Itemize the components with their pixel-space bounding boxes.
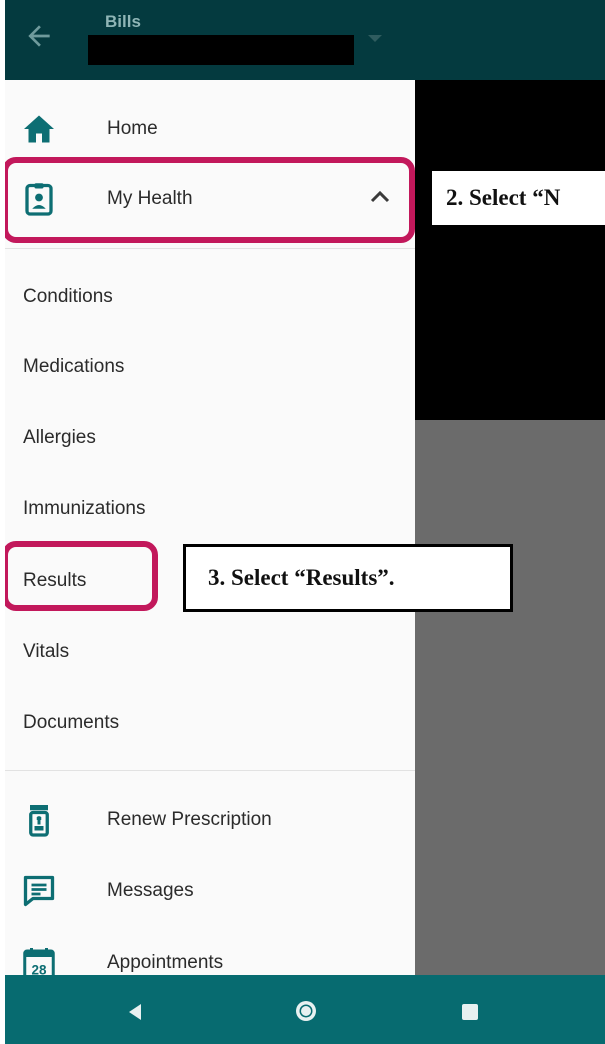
callout-step-2: 2. Select “N: [429, 168, 605, 228]
drawer-item-label: Home: [107, 118, 158, 139]
callout-step-3-text: 3. Select “Results”.: [208, 565, 395, 590]
drawer-item-messages[interactable]: Messages: [5, 856, 415, 926]
dropdown-caret-icon[interactable]: [367, 34, 383, 44]
drawer-item-label: Messages: [107, 880, 194, 901]
submenu-item-conditions[interactable]: Conditions: [5, 262, 415, 332]
highlight-results: [5, 541, 158, 611]
prescription-bottle-icon: [29, 805, 49, 837]
drawer-item-home[interactable]: Home: [5, 94, 415, 164]
message-icon: [23, 875, 55, 907]
app-frame: Bills Home My Health Conditions Medicati…: [5, 0, 605, 1044]
callout-step-2-text: 2. Select “N: [446, 185, 561, 210]
submenu-item-label: Vitals: [23, 641, 70, 662]
app-title: Bills: [105, 12, 141, 31]
nav-back-icon[interactable]: [125, 1002, 145, 1022]
submenu-item-immunizations[interactable]: Immunizations: [5, 474, 415, 544]
top-app-bar: Bills: [5, 0, 605, 80]
submenu-item-label: Medications: [23, 356, 125, 377]
divider: [5, 248, 415, 249]
submenu-item-label: Allergies: [23, 427, 96, 448]
system-navigation-bar: [5, 975, 605, 1044]
home-icon: [24, 115, 54, 143]
redacted-account-name: [88, 35, 354, 65]
scrim-overlay[interactable]: [415, 80, 605, 420]
divider: [5, 770, 415, 771]
drawer-item-label: Renew Prescription: [107, 809, 272, 830]
nav-recents-icon[interactable]: [462, 1004, 478, 1020]
scrim-overlay[interactable]: [415, 420, 605, 975]
drawer-item-renew-prescription[interactable]: Renew Prescription: [5, 785, 415, 855]
submenu-item-label: Immunizations: [23, 498, 146, 519]
submenu-item-documents[interactable]: Documents: [5, 688, 415, 758]
nav-home-icon[interactable]: [294, 999, 318, 1023]
callout-step-3: 3. Select “Results”.: [183, 544, 513, 612]
submenu-item-medications[interactable]: Medications: [5, 332, 415, 402]
submenu-item-label: Documents: [23, 712, 120, 733]
submenu-item-label: Conditions: [23, 286, 113, 307]
submenu-item-allergies[interactable]: Allergies: [5, 403, 415, 473]
highlight-my-health: [5, 157, 415, 243]
submenu-item-vitals[interactable]: Vitals: [5, 617, 415, 687]
back-arrow-icon[interactable]: [23, 20, 55, 52]
